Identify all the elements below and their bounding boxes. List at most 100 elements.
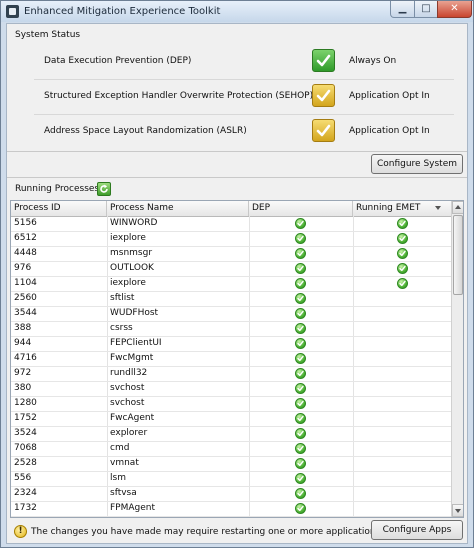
dep-enabled-icon bbox=[295, 398, 306, 409]
column-header-dep[interactable]: DEP bbox=[249, 201, 353, 216]
column-header-running-emet[interactable]: Running EMET bbox=[353, 201, 451, 216]
process-name-cell: explorer bbox=[110, 428, 148, 438]
table-row[interactable]: 5156 WINWORD bbox=[11, 216, 451, 232]
process-name-cell: sftvsa bbox=[110, 488, 137, 498]
dep-enabled-icon bbox=[295, 353, 306, 364]
table-row[interactable]: 7068 cmd bbox=[11, 441, 451, 457]
close-button[interactable]: ✕ bbox=[437, 1, 472, 18]
process-id-cell: 3544 bbox=[14, 308, 37, 318]
refresh-icon[interactable] bbox=[97, 182, 111, 196]
divider bbox=[7, 177, 467, 178]
table-row[interactable]: 3544 WUDFHost bbox=[11, 306, 451, 322]
table-row[interactable]: 1752 FwcAgent bbox=[11, 411, 451, 427]
process-id-cell: 3524 bbox=[14, 428, 37, 438]
process-table: Process ID Process Name DEP Running EMET… bbox=[10, 200, 464, 518]
table-row[interactable]: 1732 FPMAgent bbox=[11, 501, 451, 517]
process-name-cell: svchost bbox=[110, 383, 145, 393]
table-row[interactable]: 944 FEPClientUI bbox=[11, 336, 451, 352]
process-name-cell: WINWORD bbox=[110, 218, 158, 228]
emet-running-icon bbox=[397, 278, 408, 289]
emet-window: Enhanced Mitigation Experience Toolkit ▁… bbox=[0, 0, 474, 548]
scroll-thumb[interactable] bbox=[453, 215, 463, 295]
dep-enabled-icon bbox=[295, 443, 306, 454]
process-id-cell: 976 bbox=[14, 263, 32, 273]
table-row[interactable]: 4448 msnmsgr bbox=[11, 246, 451, 262]
process-name-cell: iexplore bbox=[110, 278, 146, 288]
process-id-cell: 4716 bbox=[14, 353, 37, 363]
yellow-check-icon bbox=[312, 119, 335, 142]
process-id-cell: 556 bbox=[14, 473, 32, 483]
column-header-process-name[interactable]: Process Name bbox=[107, 201, 249, 216]
title-bar[interactable]: Enhanced Mitigation Experience Toolkit ▁… bbox=[1, 1, 473, 22]
table-row[interactable]: 388 csrss bbox=[11, 321, 451, 337]
configure-system-button[interactable]: Configure System bbox=[371, 154, 463, 174]
window-title: Enhanced Mitigation Experience Toolkit bbox=[24, 6, 221, 17]
emet-running-icon bbox=[397, 248, 408, 259]
table-row[interactable]: 3524 explorer bbox=[11, 426, 451, 442]
main-panel: System Status Data Execution Prevention … bbox=[6, 23, 468, 544]
process-name-cell: OUTLOOK bbox=[110, 263, 154, 273]
table-row[interactable]: 2560 sftlist bbox=[11, 291, 451, 307]
scroll-down-button[interactable] bbox=[452, 504, 463, 517]
process-name-cell: FwcAgent bbox=[110, 413, 155, 423]
dep-enabled-icon bbox=[295, 413, 306, 424]
dep-enabled-icon bbox=[295, 248, 306, 259]
table-row[interactable]: 6512 iexplore bbox=[11, 231, 451, 247]
process-name-cell: svchost bbox=[110, 398, 145, 408]
status-row-sehop: Structured Exception Handler Overwrite P… bbox=[34, 80, 454, 115]
process-id-cell: 7068 bbox=[14, 443, 37, 453]
dep-enabled-icon bbox=[295, 383, 306, 394]
process-id-cell: 2324 bbox=[14, 488, 37, 498]
vertical-scrollbar[interactable] bbox=[451, 201, 463, 517]
table-row[interactable]: 380 svchost bbox=[11, 381, 451, 397]
status-name: Data Execution Prevention (DEP) bbox=[44, 56, 192, 66]
process-id-cell: 388 bbox=[14, 323, 32, 333]
minimize-button[interactable]: ▁ bbox=[390, 1, 415, 18]
process-id-cell: 4448 bbox=[14, 248, 37, 258]
status-row-aslr: Address Space Layout Randomization (ASLR… bbox=[34, 115, 454, 149]
process-id-cell: 1280 bbox=[14, 398, 37, 408]
process-id-cell: 2528 bbox=[14, 458, 37, 468]
table-row[interactable]: 2528 vmnat bbox=[11, 456, 451, 472]
status-value: Always On bbox=[349, 56, 397, 66]
process-id-cell: 2560 bbox=[14, 293, 37, 303]
app-icon bbox=[6, 5, 19, 18]
process-name-cell: FEPClientUI bbox=[110, 338, 162, 348]
status-value: Application Opt In bbox=[349, 126, 430, 136]
dep-enabled-icon bbox=[295, 458, 306, 469]
emet-running-icon bbox=[397, 218, 408, 229]
dep-enabled-icon bbox=[295, 503, 306, 514]
process-name-cell: cmd bbox=[110, 443, 130, 453]
process-id-cell: 1104 bbox=[14, 278, 37, 288]
dep-enabled-icon bbox=[295, 233, 306, 244]
table-header: Process ID Process Name DEP Running EMET bbox=[11, 201, 451, 217]
dep-enabled-icon bbox=[295, 323, 306, 334]
table-row[interactable]: 556 lsm bbox=[11, 471, 451, 487]
dep-enabled-icon bbox=[295, 338, 306, 349]
process-id-cell: 944 bbox=[14, 338, 32, 348]
process-name-cell: sftlist bbox=[110, 293, 135, 303]
dep-enabled-icon bbox=[295, 218, 306, 229]
status-name: Address Space Layout Randomization (ASLR… bbox=[44, 126, 247, 136]
table-row[interactable]: 1280 svchost bbox=[11, 396, 451, 412]
emet-running-icon bbox=[397, 263, 408, 274]
table-row[interactable]: 972 rundll32 bbox=[11, 366, 451, 382]
emet-running-icon bbox=[397, 233, 408, 244]
table-row[interactable]: 4716 FwcMgmt bbox=[11, 351, 451, 367]
scroll-up-button[interactable] bbox=[452, 201, 463, 214]
configure-apps-button[interactable]: Configure Apps bbox=[371, 520, 463, 540]
table-row[interactable]: 2324 sftvsa bbox=[11, 486, 451, 502]
table-row[interactable]: 976 OUTLOOK bbox=[11, 261, 451, 277]
column-label: Running EMET bbox=[356, 203, 421, 213]
sort-descending-icon bbox=[435, 206, 441, 210]
restart-warning-message: The changes you have made may require re… bbox=[31, 527, 381, 537]
process-id-cell: 6512 bbox=[14, 233, 37, 243]
column-header-process-id[interactable]: Process ID bbox=[11, 201, 107, 216]
process-name-cell: WUDFHost bbox=[110, 308, 159, 318]
dep-enabled-icon bbox=[295, 428, 306, 439]
process-id-cell: 1752 bbox=[14, 413, 37, 423]
process-id-cell: 1732 bbox=[14, 503, 37, 513]
maximize-button[interactable]: □ bbox=[414, 1, 438, 18]
table-row[interactable]: 1104 iexplore bbox=[11, 276, 451, 292]
dep-enabled-icon bbox=[295, 308, 306, 319]
